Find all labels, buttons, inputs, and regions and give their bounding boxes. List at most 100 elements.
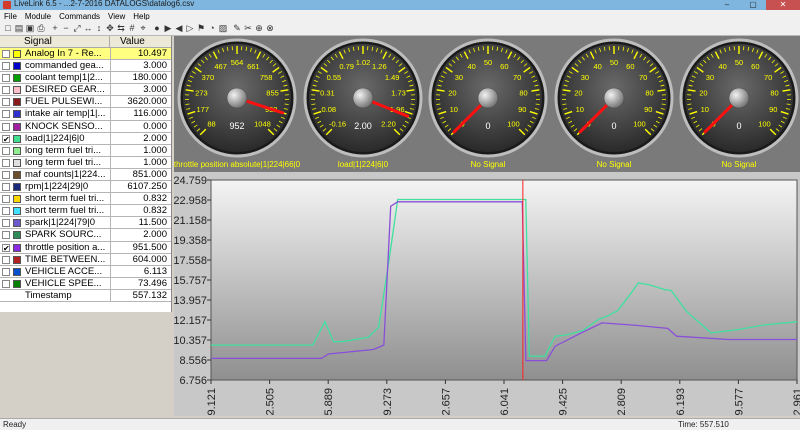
signal-color-swatch[interactable] [13, 170, 21, 179]
zoom-in-icon[interactable]: + [50, 23, 60, 33]
gauge[interactable]: 01020304050607080901000No Signal [679, 38, 799, 169]
signal-checkbox[interactable] [2, 50, 10, 58]
signal-row[interactable]: long term fuel tri... 1.000 [0, 156, 171, 169]
signal-row[interactable]: DESIRED GEAR... 3.000 [0, 84, 171, 97]
gauge-tick-label: 20 [574, 88, 582, 97]
signal-checkbox[interactable] [2, 255, 10, 264]
zoom-out-icon[interactable]: − [61, 23, 71, 33]
signal-checkbox[interactable]: ✔ [2, 134, 10, 143]
line-chart[interactable]: 6.756 8.556 10.357 12.157 13.957 15.757 17.558… [173, 172, 800, 428]
signal-checkbox[interactable] [2, 267, 10, 276]
signal-checkbox[interactable] [2, 219, 10, 228]
signal-row[interactable]: spark|1|224|79|0 11.500 [0, 217, 171, 230]
signal-row[interactable]: KNOCK SENSO... 0.000 [0, 120, 171, 133]
signal-column-header[interactable]: Signal [0, 36, 110, 47]
signal-color-swatch[interactable] [13, 86, 21, 95]
signal-checkbox[interactable] [2, 86, 10, 95]
signal-color-swatch[interactable] [13, 98, 21, 107]
tool-a-icon[interactable]: ✎ [232, 23, 242, 33]
signal-color-swatch[interactable] [13, 231, 21, 240]
record-icon[interactable]: ● [152, 23, 162, 33]
signal-row[interactable]: Analog In 7 - Re... 10.497 [0, 48, 171, 61]
signal-checkbox[interactable] [2, 207, 10, 216]
signal-row[interactable]: ✔ throttle position a... 951.500 [0, 241, 171, 254]
tool-b-icon[interactable]: ✂ [243, 23, 253, 33]
x-tick-label: 539.121 [206, 388, 218, 416]
gauge[interactable]: -0.160.080.310.550.79 1.02 1.261.491.731.9… [303, 38, 423, 169]
signal-name: maf counts|1|224... [25, 168, 106, 180]
zoom-fit-icon[interactable]: ⤢ [72, 23, 82, 33]
maximize-button[interactable]: ▢ [740, 0, 766, 10]
signal-color-swatch[interactable] [13, 255, 21, 264]
signal-checkbox[interactable] [2, 158, 10, 167]
signal-checkbox[interactable] [2, 62, 10, 71]
plot-area[interactable] [210, 179, 798, 381]
signal-checkbox[interactable] [2, 146, 10, 155]
signal-row[interactable]: short term fuel tri... 0.832 [0, 205, 171, 218]
signal-checkbox[interactable] [2, 183, 10, 192]
signal-checkbox[interactable] [2, 122, 10, 131]
signal-row[interactable]: Timestamp 557.132 [0, 289, 171, 302]
gauge[interactable]: 01020304050607080901000No Signal [428, 38, 548, 169]
signal-row[interactable]: short term fuel tri... 0.832 [0, 193, 171, 206]
save-icon[interactable]: ▣ [25, 23, 35, 33]
signal-color-swatch[interactable] [13, 158, 21, 167]
signal-row[interactable]: ✔ load|1|224|6|0 2.000 [0, 132, 171, 145]
signal-color-swatch[interactable] [13, 267, 21, 276]
zoom-y-icon[interactable]: ↕ [94, 23, 104, 33]
tool-d-icon[interactable]: ⊗ [265, 23, 275, 33]
signal-color-swatch[interactable] [13, 122, 21, 131]
open-icon[interactable]: ▤ [14, 23, 24, 33]
minimize-button[interactable]: – [714, 0, 740, 10]
signal-checkbox[interactable]: ✔ [2, 243, 10, 252]
signal-row[interactable]: VEHICLE SPEE... 73.496 [0, 277, 171, 290]
value-column-header[interactable]: Value [110, 36, 145, 47]
signal-color-swatch[interactable] [13, 219, 21, 228]
close-button[interactable]: ✕ [766, 0, 800, 10]
signal-checkbox[interactable] [2, 195, 10, 204]
signal-color-swatch[interactable] [13, 146, 21, 155]
scroll-icon[interactable]: ⇆ [116, 23, 126, 33]
signal-checkbox[interactable] [2, 231, 10, 240]
chart-icon[interactable]: ▨ [218, 23, 228, 33]
signal-row[interactable]: VEHICLE ACCE... 6.113 [0, 265, 171, 278]
signal-color-swatch[interactable] [13, 50, 21, 58]
marker-icon[interactable]: ⚑ [196, 23, 206, 33]
signal-row[interactable]: SPARK SOURC... 2.000 [0, 229, 171, 242]
signal-checkbox[interactable] [2, 170, 10, 179]
new-icon[interactable]: □ [3, 23, 13, 33]
signal-checkbox[interactable] [2, 110, 10, 119]
signal-checkbox[interactable] [2, 98, 10, 107]
signal-color-swatch[interactable] [13, 279, 21, 288]
signal-color-swatch[interactable] [13, 207, 21, 216]
signal-color-swatch[interactable] [13, 243, 21, 252]
signal-row[interactable]: maf counts|1|224... 851.000 [0, 168, 171, 182]
gauge[interactable]: 881772733704675646617588559521048952thro… [174, 38, 301, 169]
pan-icon[interactable]: ✥ [105, 23, 115, 33]
step-fwd-icon[interactable]: ▷ [185, 23, 195, 33]
signal-color-swatch[interactable] [13, 74, 21, 83]
signal-row[interactable]: rpm|1|224|29|0 6107.250 [0, 181, 171, 194]
step-back-icon[interactable]: ◀ [174, 23, 184, 33]
play-icon[interactable]: ▶ [163, 23, 173, 33]
cursor-icon[interactable]: ⌖ [138, 23, 148, 33]
signal-row[interactable]: commanded gea... 3.000 [0, 60, 171, 73]
signal-row[interactable]: TIME BETWEEN... 604.000 [0, 253, 171, 266]
signal-row[interactable]: FUEL PULSEWI... 3620.000 [0, 96, 171, 109]
signal-checkbox[interactable] [2, 279, 10, 288]
signal-checkbox[interactable] [2, 74, 10, 83]
signal-row[interactable]: coolant temp|1|2... 180.000 [0, 72, 171, 85]
tool-c-icon[interactable]: ⊕ [254, 23, 264, 33]
zoom-x-icon[interactable]: ↔ [83, 23, 93, 33]
signal-color-swatch[interactable] [13, 134, 21, 143]
grid-icon[interactable]: # [127, 23, 137, 33]
print-icon[interactable]: ⎙ [36, 23, 46, 33]
signal-row[interactable]: long term fuel tri... 1.000 [0, 144, 171, 157]
signal-color-swatch[interactable] [13, 62, 21, 71]
gauge-icon[interactable]: ◔ [207, 23, 217, 33]
signal-color-swatch[interactable] [13, 110, 21, 119]
signal-color-swatch[interactable] [13, 183, 21, 192]
signal-color-swatch[interactable] [13, 195, 21, 204]
gauge[interactable]: 01020304050607080901000No Signal [554, 38, 674, 169]
signal-row[interactable]: intake air temp|1|... 116.000 [0, 108, 171, 121]
